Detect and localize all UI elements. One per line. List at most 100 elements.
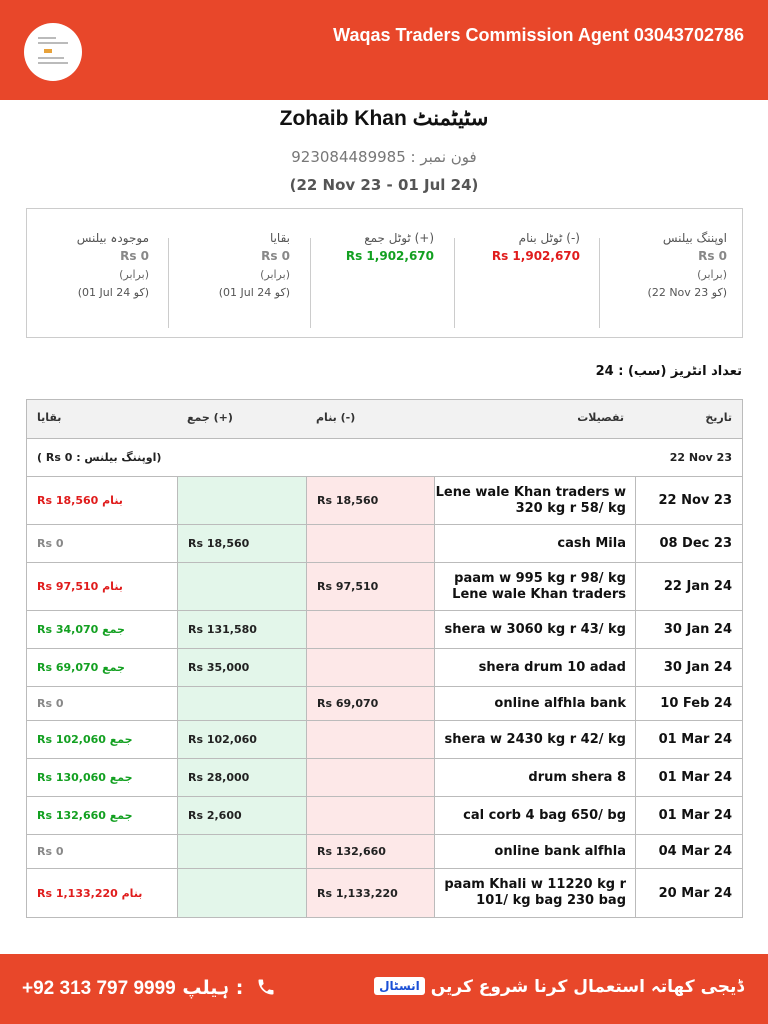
ledger-rows: Rs 18,560 بنام Rs 18,560 Lene wale Khan tr… — [27, 477, 742, 917]
row-debit — [306, 649, 434, 686]
row-credit — [177, 563, 306, 610]
table-row: Rs 18,560 بنام Rs 18,560 Lene wale Khan tr… — [27, 477, 742, 525]
footer-cta: انسٹال ڈیجی کھاتہ استعمال کرنا شروع کریں — [368, 976, 744, 997]
row-debit — [306, 721, 434, 758]
table-row: Rs 130,060 جمع Rs 28,000 drum shera 8 01 Ma… — [27, 759, 742, 797]
phone-icon — [258, 979, 274, 995]
row-credit — [177, 687, 306, 720]
header-credit: جمع (+) — [187, 411, 233, 424]
summary-debit: ٹوٹل بنام (-) Rs 1,902,670 — [491, 231, 580, 263]
row-details: cash Mila — [434, 525, 635, 562]
row-date: 01 Mar 24 — [635, 797, 742, 834]
table-row: Rs 102,060 جمع Rs 102,060 shera w 2430 kg … — [27, 721, 742, 759]
help-phone-number: +92 313 797 9999 — [22, 978, 176, 999]
row-details: shera w 2430 kg r 42/ kg — [434, 721, 635, 758]
row-date: 04 Mar 24 — [635, 835, 742, 868]
business-logo — [24, 23, 82, 81]
opening-balance-row: ( Rs 0 : اوپننگ بیلنس) 22 Nov 23 — [27, 439, 742, 477]
row-debit: Rs 97,510 — [306, 563, 434, 610]
row-balance: Rs 1,133,220 بنام — [37, 886, 143, 900]
date-range: (22 Nov 23 - 01 Jul 24) — [289, 176, 479, 194]
row-balance: Rs 102,060 جمع — [37, 733, 133, 746]
row-details: online bank alfhla — [434, 835, 635, 868]
row-date: 01 Mar 24 — [635, 759, 742, 796]
row-balance: Rs 0 — [37, 697, 64, 710]
row-debit — [306, 611, 434, 648]
row-details: paam Khali w 11220 kg r 101/ kg bag 230 … — [434, 869, 635, 917]
header-details: تفصیلات — [577, 411, 624, 424]
row-date: 10 Feb 24 — [635, 687, 742, 720]
row-details: cal corb 4 bag 650/ bg — [434, 797, 635, 834]
row-debit: Rs 1,133,220 — [306, 869, 434, 917]
summary-box: اوپننگ بیلنس Rs 0 (برابر) (22 Nov 23 کو)… — [26, 208, 743, 338]
row-date: 30 Jan 24 — [635, 611, 742, 648]
row-balance: Rs 0 — [37, 845, 64, 858]
help-label: ہیلپ : — [182, 977, 244, 999]
footer-bar: +92 313 797 9999 ہیلپ : انسٹال ڈیجی کھات… — [0, 954, 768, 1024]
ledger-table: بقایا جمع (+) بنام (-) تفصیلات تاریخ ( R… — [26, 399, 743, 918]
row-credit: Rs 18,560 — [177, 525, 306, 562]
header-debit: بنام (-) — [316, 411, 356, 424]
summary-divider — [454, 238, 455, 328]
header-date: تاریخ — [705, 411, 732, 424]
row-credit — [177, 869, 306, 917]
summary-credit: ٹوٹل جمع (+) Rs 1,902,670 — [345, 231, 434, 263]
row-credit: Rs 2,600 — [177, 797, 306, 834]
table-row: Rs 97,510 بنام Rs 97,510 paam w 995 kg r 9… — [27, 563, 742, 611]
row-balance: Rs 18,560 بنام — [37, 494, 123, 507]
summary-divider — [599, 238, 600, 328]
row-date: 01 Mar 24 — [635, 721, 742, 758]
row-balance: Rs 0 — [37, 537, 64, 550]
table-row: Rs 0 Rs 69,070 online alfhla bank 10 Feb 24 — [27, 687, 742, 721]
row-credit: Rs 28,000 — [177, 759, 306, 796]
opening-balance-label: ( Rs 0 : اوپننگ بیلنس) — [37, 451, 162, 464]
table-row: Rs 132,660 جمع Rs 2,600 cal corb 4 bag 650… — [27, 797, 742, 835]
business-title: Waqas Traders Commission Agent 030437027… — [333, 25, 744, 45]
row-details: drum shera 8 — [434, 759, 635, 796]
row-debit: Rs 18,560 — [306, 477, 434, 524]
row-date: 22 Nov 23 — [635, 477, 742, 524]
row-balance: Rs 97,510 بنام — [37, 580, 123, 593]
row-date: 08 Dec 23 — [635, 525, 742, 562]
row-balance: Rs 34,070 جمع — [37, 623, 125, 636]
row-details: shera w 3060 kg r 43/ kg — [434, 611, 635, 648]
header-bar: Waqas Traders Commission Agent 030437027… — [0, 0, 768, 100]
install-button[interactable]: انسٹال — [374, 977, 425, 995]
table-row: Rs 69,070 جمع Rs 35,000 shera drum 10 adad… — [27, 649, 742, 687]
table-row: Rs 34,070 جمع Rs 131,580 shera w 3060 kg r… — [27, 611, 742, 649]
row-credit: Rs 131,580 — [177, 611, 306, 648]
summary-opening: اوپننگ بیلنس Rs 0 (برابر) (22 Nov 23 کو) — [647, 231, 727, 299]
row-details: Lene wale Khan traders w 320 kg r 58/ kg — [434, 477, 635, 524]
entries-count: تعداد انٹریز (سب) : 24 — [595, 364, 742, 379]
row-debit: Rs 132,660 — [306, 835, 434, 868]
summary-remaining: بقایا Rs 0 (برابر) (01 Jul 24 کو) — [218, 231, 290, 299]
table-row: Rs 0 Rs 132,660 online bank alfhla 04 Mar 2… — [27, 835, 742, 869]
row-date: 20 Mar 24 — [635, 869, 742, 917]
summary-divider — [168, 238, 169, 328]
row-credit: Rs 102,060 — [177, 721, 306, 758]
table-row: Rs 1,133,220 بنام Rs 1,133,220 paam Khali … — [27, 869, 742, 917]
opening-balance-date: 22 Nov 23 — [669, 451, 732, 464]
row-date: 30 Jan 24 — [635, 649, 742, 686]
row-credit — [177, 835, 306, 868]
help-phone[interactable]: +92 313 797 9999 ہیلپ : — [22, 977, 282, 1000]
customer-phone: فون نمبر : 923084489985 — [291, 148, 477, 166]
table-row: Rs 0 Rs 18,560 cash Mila 08 Dec 23 — [27, 525, 742, 563]
row-credit — [177, 477, 306, 524]
row-date: 22 Jan 24 — [635, 563, 742, 610]
summary-current: موجودہ بیلنس Rs 0 (برابر) (01 Jul 24 کو) — [76, 231, 149, 299]
row-details: shera drum 10 adad — [434, 649, 635, 686]
cta-text: ڈیجی کھاتہ استعمال کرنا شروع کریں — [430, 977, 744, 997]
row-debit — [306, 797, 434, 834]
row-details: paam w 995 kg r 98/ kg Lene wale Khan tr… — [434, 563, 635, 610]
page-title: Zohaib Khan سٹیٹمنٹ — [279, 107, 489, 130]
header-balance: بقایا — [37, 411, 62, 424]
summary-divider — [310, 238, 311, 328]
row-credit: Rs 35,000 — [177, 649, 306, 686]
row-balance: Rs 130,060 جمع — [37, 771, 133, 784]
row-debit — [306, 525, 434, 562]
row-debit: Rs 69,070 — [306, 687, 434, 720]
table-header: بقایا جمع (+) بنام (-) تفصیلات تاریخ — [27, 400, 742, 439]
row-balance: Rs 132,660 جمع — [37, 809, 133, 822]
row-balance: Rs 69,070 جمع — [37, 661, 125, 674]
